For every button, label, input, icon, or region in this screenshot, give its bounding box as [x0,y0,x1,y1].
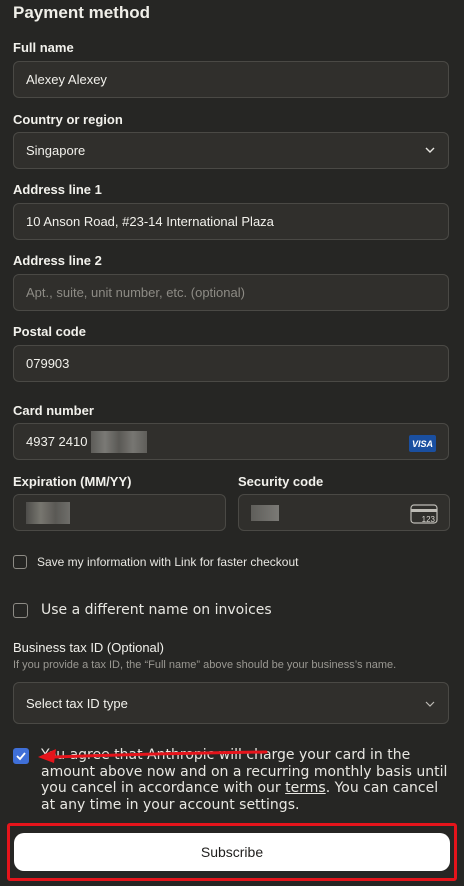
postal-field[interactable]: 079903 [13,345,449,382]
security-code-redacted [251,504,279,521]
chevron-down-icon [425,147,435,153]
country-value: Singapore [26,143,86,158]
security-code-label: Security code [238,474,324,489]
country-label: Country or region [13,112,123,127]
tax-id-hint: If you provide a tax ID, the “Full name”… [13,659,397,671]
different-name-checkbox[interactable] [13,603,28,618]
terms-link[interactable]: terms [285,780,326,796]
full-name-field[interactable]: Alexey Alexey [13,61,449,98]
tax-id-label: Business tax ID (Optional) [13,640,165,655]
page-title: Payment method [13,3,150,22]
address1-label: Address line 1 [13,182,102,197]
checkmark-icon [16,752,26,761]
tax-id-select[interactable]: Select tax ID type [13,682,449,724]
card-number-label: Card number [13,403,94,418]
card-number-field[interactable]: 4937 2410 VISA [13,423,449,460]
tax-id-select-value: Select tax ID type [26,695,128,711]
save-link-label: Save my information with Link for faster… [37,555,299,569]
card-cvc-icon-text: 123 [421,515,435,524]
expiration-redacted [26,501,70,524]
country-select[interactable]: Singapore [13,132,449,169]
address1-value: 10 Anson Road, #23-14 International Plaz… [26,214,274,229]
expiration-label: Expiration (MM/YY) [13,474,132,489]
card-number-redacted [91,430,148,453]
full-name-label: Full name [13,40,74,55]
full-name-value: Alexey Alexey [26,72,107,87]
address1-field[interactable]: 10 Anson Road, #23-14 International Plaz… [13,203,449,240]
address2-placeholder: Apt., suite, unit number, etc. (optional… [26,285,245,300]
annotation-arrow [38,749,268,763]
agree-checkbox[interactable] [13,748,29,764]
subscribe-button[interactable]: Subscribe [14,833,450,871]
address2-label: Address line 2 [13,253,102,268]
card-number-value: 4937 2410 [26,434,88,449]
chevron-down-icon [425,701,435,707]
expiration-field[interactable] [13,494,226,531]
postal-label: Postal code [13,324,86,339]
postal-value: 079903 [26,356,70,371]
security-code-field[interactable]: 123 [238,494,450,531]
address2-field[interactable]: Apt., suite, unit number, etc. (optional… [13,274,449,311]
visa-icon: VISA [409,435,436,452]
save-link-checkbox[interactable] [13,555,27,569]
different-name-label: Use a different name on invoices [41,602,272,618]
